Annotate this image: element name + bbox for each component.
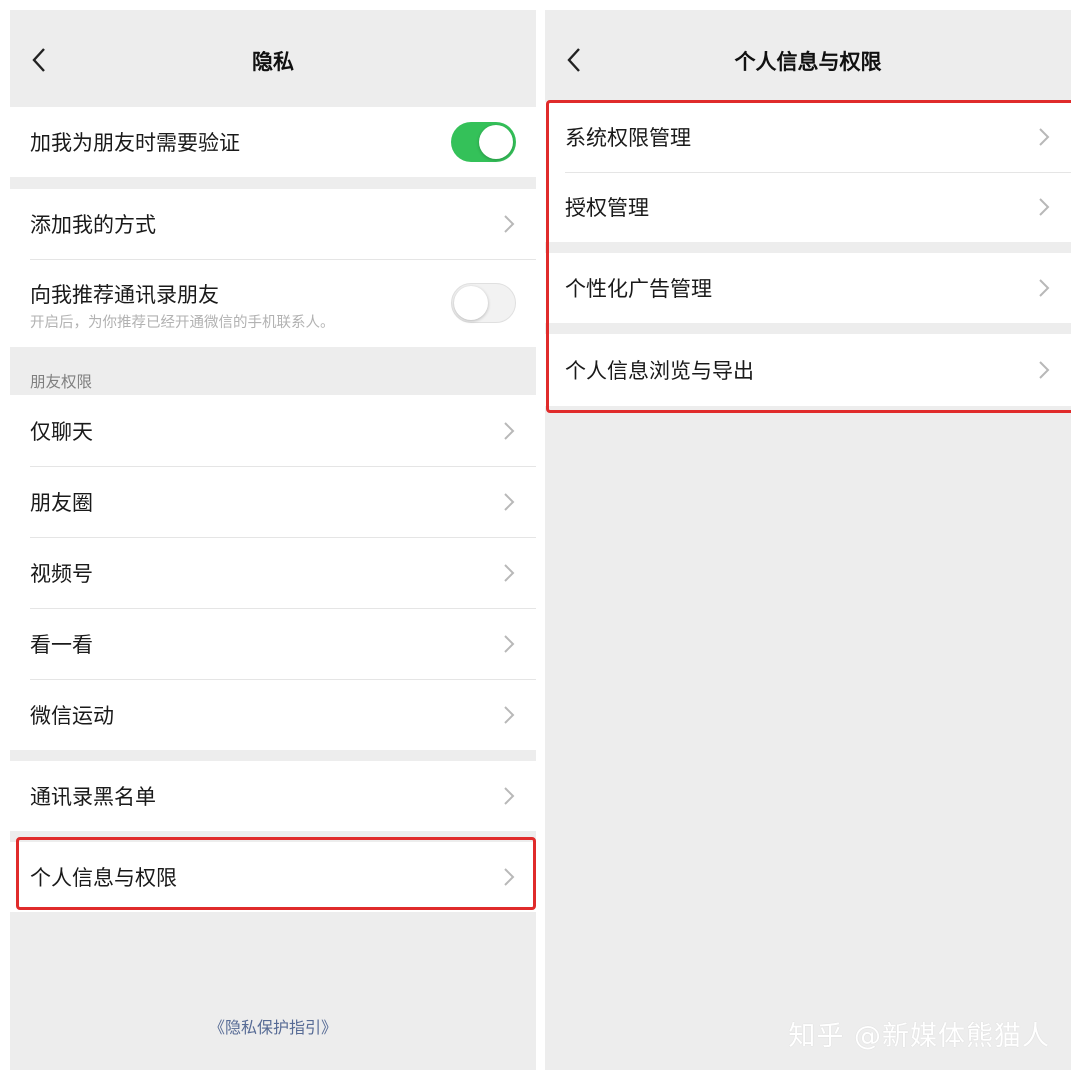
personal-info-export-item[interactable]: 个人信息浏览与导出: [545, 334, 1071, 406]
nav-bar: 个人信息与权限: [545, 10, 1071, 107]
chevron-right-icon: [1039, 361, 1050, 379]
cell-label: 向我推荐通讯录朋友: [30, 283, 219, 307]
divider: [30, 537, 536, 538]
cell-label: 添加我的方式: [30, 213, 156, 237]
recommend-toggle[interactable]: [451, 283, 516, 323]
chevron-right-icon: [504, 563, 515, 582]
friend-item-moments[interactable]: 朋友圈: [10, 466, 536, 537]
nav-bar: 隐私: [10, 10, 536, 107]
back-button[interactable]: [24, 42, 54, 78]
chevron-right-icon: [504, 634, 515, 653]
chevron-right-icon: [504, 705, 515, 724]
friend-item-chat-only[interactable]: 仅聊天: [10, 395, 536, 466]
privacy-guide-link[interactable]: 《隐私保护指引》: [10, 1014, 536, 1038]
chevron-left-icon: [567, 48, 580, 72]
personalized-ads-item[interactable]: 个性化广告管理: [545, 253, 1071, 323]
back-button[interactable]: [559, 42, 589, 78]
divider: [30, 679, 536, 680]
page-title: 隐私: [252, 50, 294, 74]
system-permissions-item[interactable]: 系统权限管理: [545, 102, 1071, 172]
cell-label: 视频号: [30, 561, 93, 586]
contacts-blacklist-item[interactable]: 通讯录黑名单: [10, 761, 536, 831]
add-methods-item[interactable]: 添加我的方式: [10, 189, 536, 259]
toggle-knob: [454, 286, 488, 320]
divider: [30, 466, 536, 467]
cell-label: 朋友圈: [30, 490, 93, 515]
cell-label: 个性化广告管理: [565, 277, 712, 301]
chevron-right-icon: [1039, 279, 1050, 297]
recommend-contacts-setting: 向我推荐通讯录朋友 开启后，为你推荐已经开通微信的手机联系人。: [10, 259, 536, 347]
divider: [565, 172, 1071, 173]
cell-label: 通讯录黑名单: [30, 785, 156, 809]
divider: [30, 608, 536, 609]
chevron-right-icon: [504, 421, 515, 440]
privacy-screen: 隐私 加我为朋友时需要验证 添加我的方式 向我推荐通讯录朋友 开启后，为你推荐已…: [10, 10, 536, 1070]
personal-info-permissions-item[interactable]: 个人信息与权限: [10, 842, 536, 912]
chevron-right-icon: [1039, 128, 1050, 146]
personal-info-permissions-screen: 个人信息与权限 系统权限管理 授权管理 个性化广告管理 个人信息浏览与导出: [545, 10, 1071, 1070]
page-title: 个人信息与权限: [734, 50, 882, 74]
cell-label: 系统权限管理: [565, 126, 691, 150]
section-header-friend-permissions: 朋友权限: [30, 373, 93, 391]
authorization-item[interactable]: 授权管理: [545, 172, 1071, 242]
chevron-right-icon: [504, 215, 515, 233]
cell-label: 个人信息与权限: [30, 866, 177, 890]
chevron-right-icon: [1039, 198, 1050, 216]
cell-label: 授权管理: [565, 196, 649, 220]
chevron-right-icon: [504, 492, 515, 511]
chevron-left-icon: [32, 48, 45, 72]
cell-label: 看一看: [30, 632, 93, 657]
friend-item-channels[interactable]: 视频号: [10, 537, 536, 608]
toggle-knob: [479, 125, 513, 159]
verify-friend-setting: 加我为朋友时需要验证: [10, 107, 536, 177]
cell-label: 个人信息浏览与导出: [565, 359, 754, 383]
friend-item-top-stories[interactable]: 看一看: [10, 608, 536, 679]
cell-label: 微信运动: [30, 703, 114, 728]
divider: [30, 259, 536, 260]
cell-label: 加我为朋友时需要验证: [30, 131, 240, 155]
cell-label: 仅聊天: [30, 419, 93, 444]
verify-toggle[interactable]: [451, 122, 516, 162]
friend-item-werun[interactable]: 微信运动: [10, 679, 536, 750]
chevron-right-icon: [504, 787, 515, 805]
watermark: 知乎 @新媒体熊猫人: [788, 1021, 1050, 1052]
chevron-right-icon: [504, 868, 515, 886]
cell-description: 开启后，为你推荐已经开通微信的手机联系人。: [30, 315, 335, 331]
